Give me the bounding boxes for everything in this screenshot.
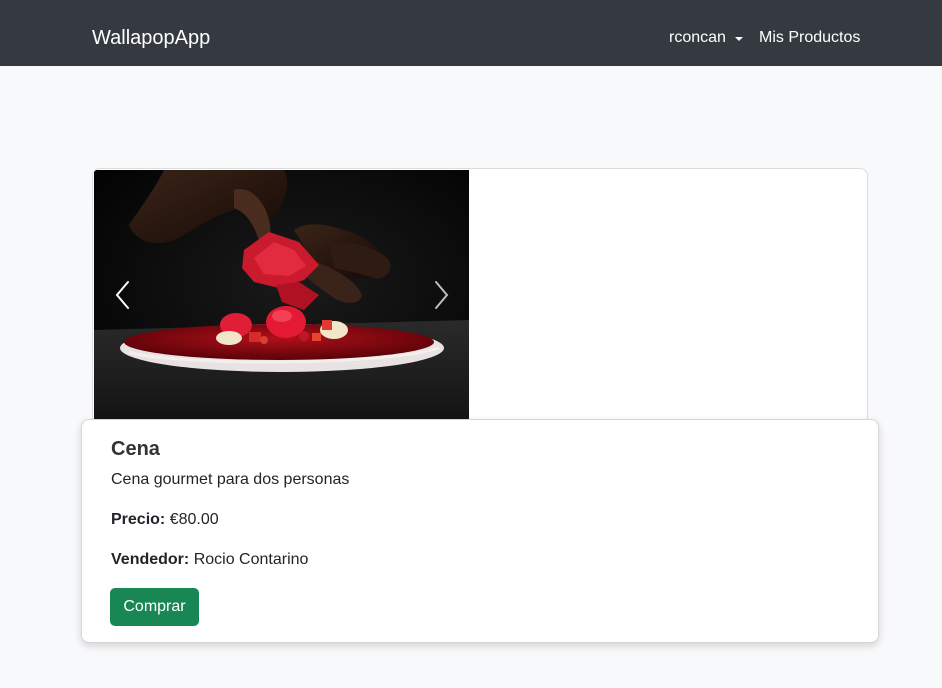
product-carousel-card [92,168,868,428]
seller-value: Rocio Contarino [193,551,309,568]
price-value: €80.00 [169,511,219,528]
navbar: WallapopApp rconcan Mis Productos [0,0,942,66]
product-info-card: Cena Cena gourmet para dos personas Prec… [81,419,879,643]
price-label: Precio: [111,511,166,528]
brand-link[interactable]: WallapopApp [92,26,210,50]
product-description: Cena gourmet para dos personas [111,471,350,488]
product-price: Precio: €80.00 [111,510,219,530]
product-photo [94,170,469,419]
chevron-right-icon [435,281,449,309]
nav-link-my-products[interactable]: Mis Productos [759,28,860,48]
user-dropdown-label: rconcan [669,29,726,46]
carousel-prev-button[interactable] [109,278,137,312]
seller-label: Vendedor: [111,551,190,568]
caret-down-icon [734,36,743,41]
buy-button[interactable]: Comprar [110,588,199,626]
chevron-left-icon [115,281,129,309]
user-dropdown[interactable]: rconcan [669,28,743,48]
product-title: Cena [111,438,160,460]
carousel-next-button[interactable] [427,278,455,312]
product-seller: Vendedor: Rocio Contarino [111,550,308,570]
product-image [94,170,469,419]
